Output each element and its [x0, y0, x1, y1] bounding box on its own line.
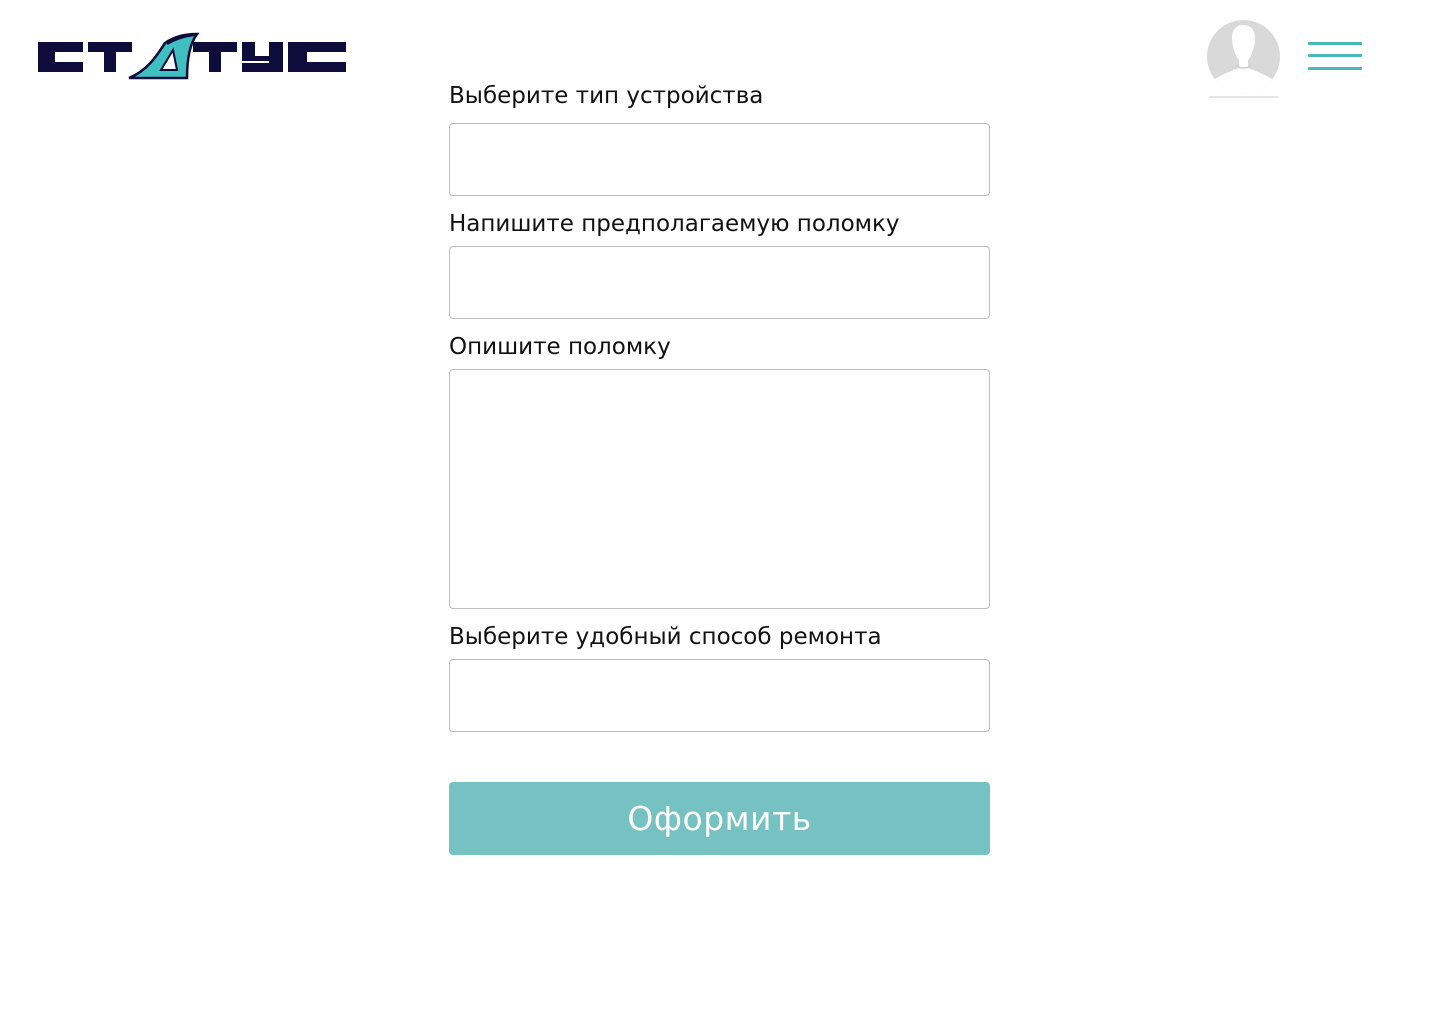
device-type-label: Выберите тип устройства	[449, 83, 764, 109]
company-logo	[38, 32, 346, 80]
repair-method-label: Выберите удобный способ ремонта	[449, 624, 882, 650]
device-type-field[interactable]	[449, 123, 990, 196]
menu-bar	[1308, 42, 1362, 45]
menu-bar	[1308, 67, 1362, 70]
repair-method-field[interactable]	[449, 659, 990, 732]
submit-button[interactable]: Оформить	[449, 782, 990, 855]
suspected-fault-label: Напишите предполагаемую поломку	[449, 211, 900, 237]
user-avatar-icon	[1207, 20, 1280, 98]
fault-description-textarea[interactable]	[449, 369, 990, 609]
hamburger-menu-icon[interactable]	[1308, 41, 1363, 73]
menu-bar	[1308, 54, 1362, 57]
fault-description-label: Опишите поломку	[449, 334, 671, 360]
user-avatar[interactable]	[1206, 19, 1281, 99]
suspected-fault-field[interactable]	[449, 246, 990, 319]
